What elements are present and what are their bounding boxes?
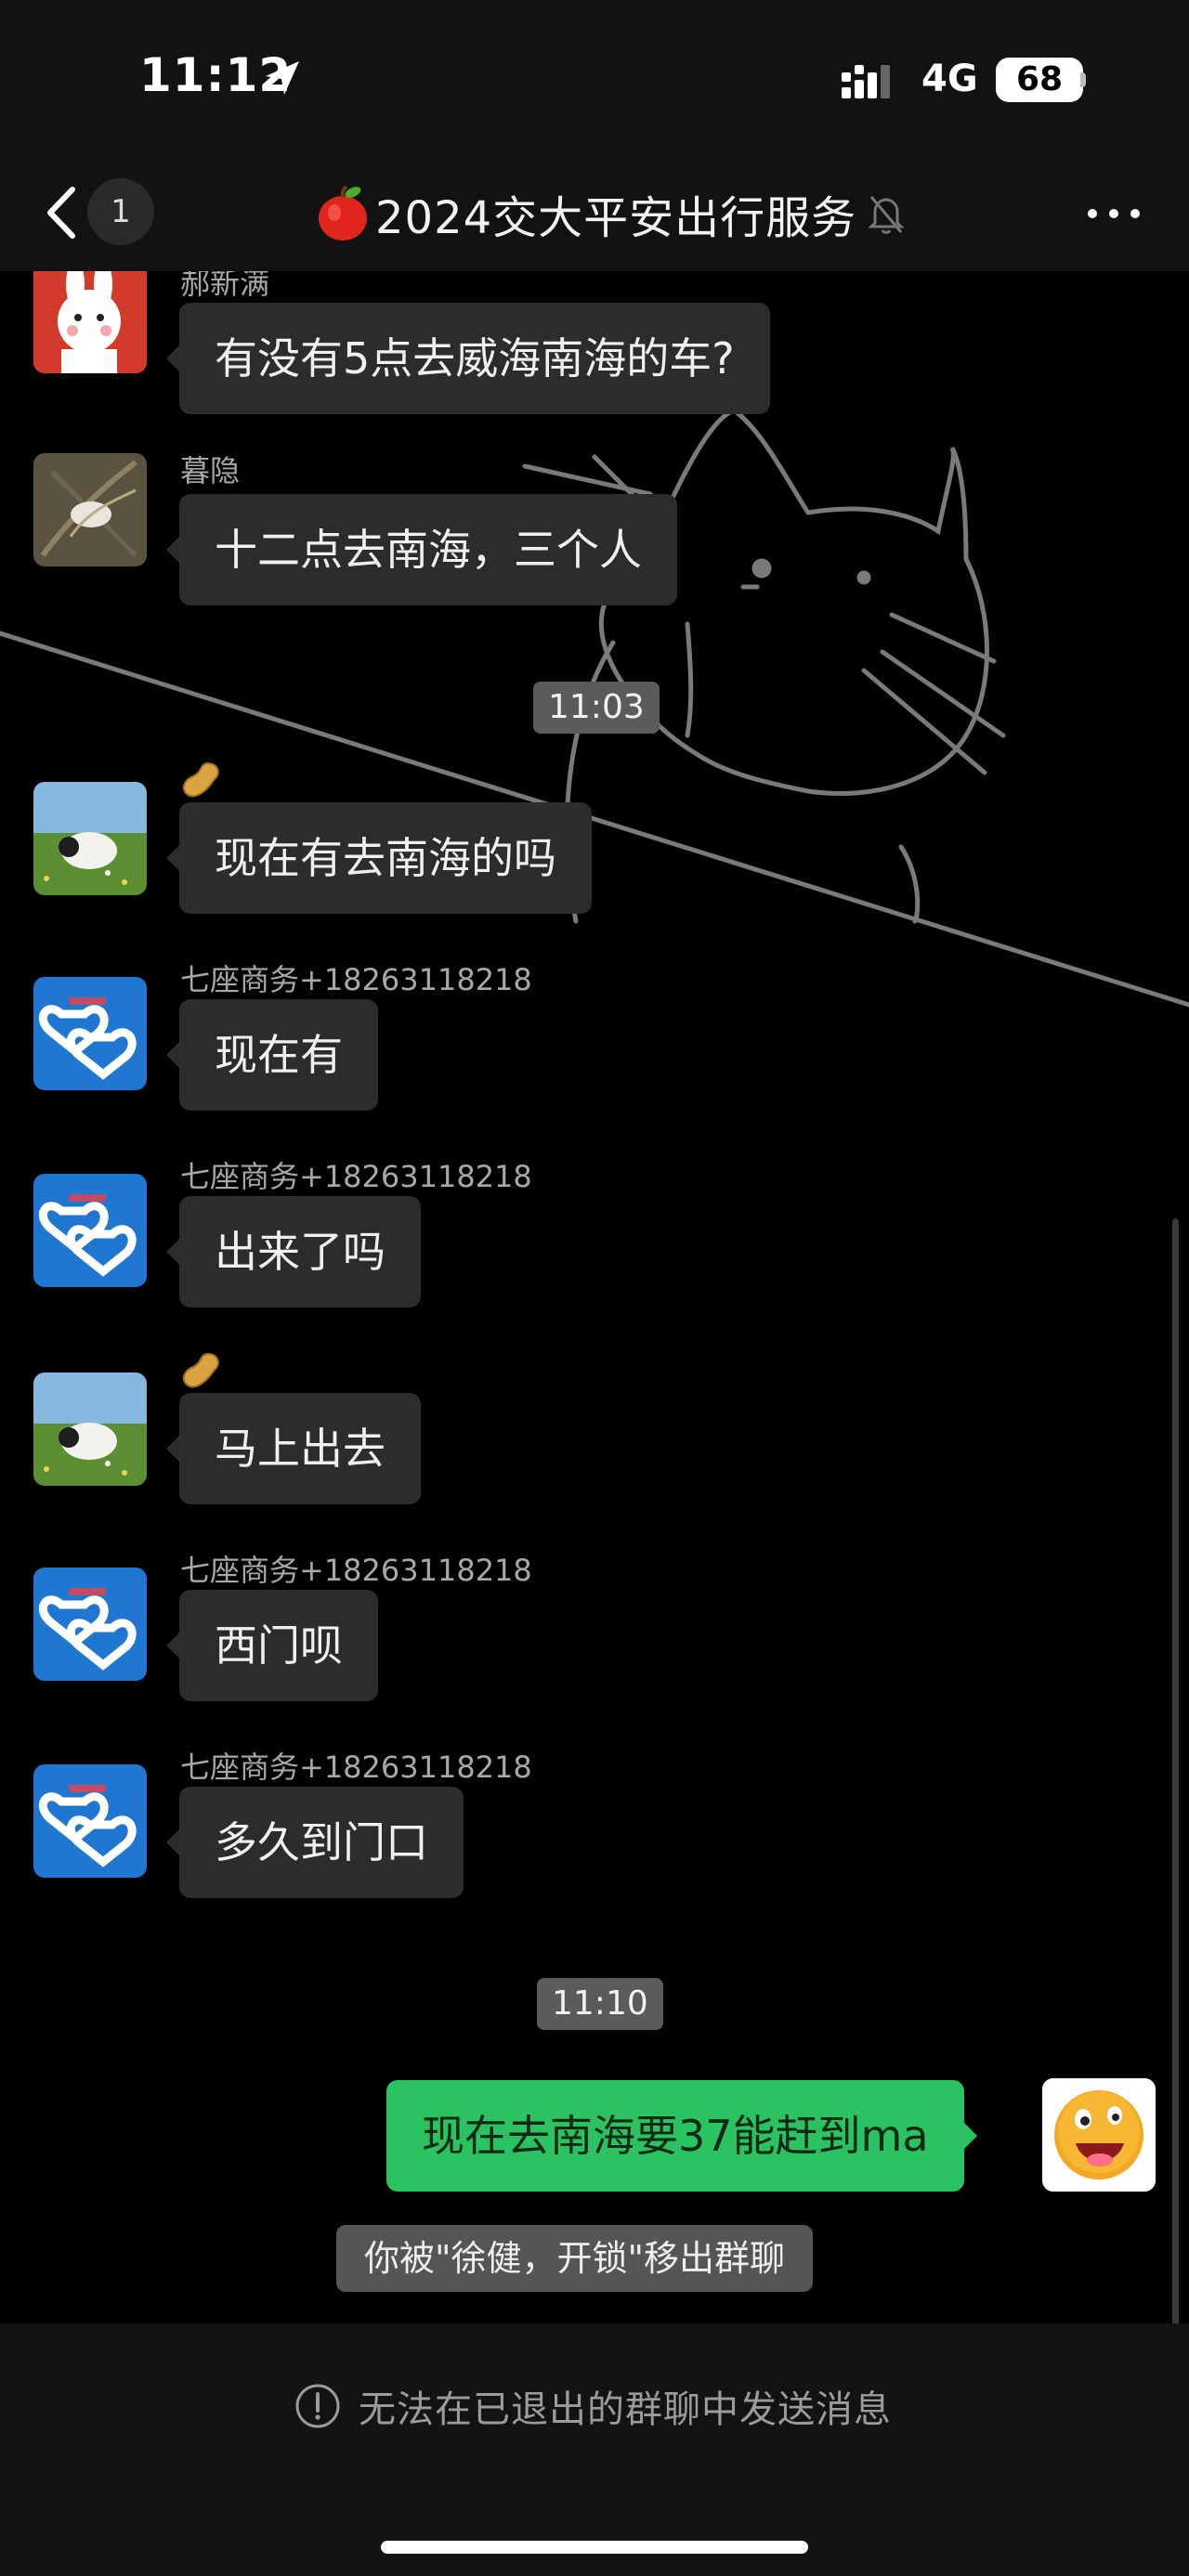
heart-cloud-avatar-icon: [33, 1174, 147, 1287]
avatar-heart-cloud[interactable]: [33, 1568, 147, 1681]
avatar-heart-cloud[interactable]: [33, 977, 147, 1090]
system-notice: 你被"徐健，开锁"移出群聊: [336, 2225, 813, 2292]
avatar-rabbit[interactable]: [33, 271, 147, 373]
sender-name: 七座商务+18263118218: [180, 1553, 532, 1588]
message-bubble[interactable]: 西门呗: [166, 1590, 378, 1701]
timestamp-divider: 11:03: [533, 682, 660, 734]
more-options-icon[interactable]: [1081, 186, 1146, 241]
heart-cloud-avatar-icon: [33, 977, 147, 1090]
message-bubble[interactable]: 现在有: [166, 999, 378, 1111]
avatar-heart-cloud[interactable]: [33, 1764, 147, 1878]
avatar-sheep[interactable]: [33, 1373, 147, 1486]
peanut-icon: [182, 1352, 219, 1388]
battery-tip: [1080, 72, 1086, 87]
location-arrow-icon: [266, 61, 299, 95]
network-type: 4G: [921, 58, 978, 100]
exited-group-notice: 无法在已退出的群聊中发送消息: [294, 2379, 892, 2433]
sheep-avatar-icon: [33, 782, 147, 895]
sender-name: 七座商务+18263118218: [180, 962, 532, 997]
scrollbar[interactable]: [1172, 1218, 1179, 2323]
unread-count-badge[interactable]: 1: [87, 178, 154, 245]
peanut-icon: [182, 761, 219, 798]
chat-title: 2024交大平安出行服务: [316, 180, 905, 247]
status-bar: 11:12 4G 68: [0, 0, 1189, 158]
message-bubble[interactable]: 现在有去南海的吗: [166, 802, 592, 914]
exited-group-text: 无法在已退出的群聊中发送消息: [359, 2388, 892, 2431]
info-circle-icon: [295, 2384, 340, 2428]
my-avatar[interactable]: [1042, 2078, 1156, 2192]
bottom-bar: 无法在已退出的群聊中发送消息: [0, 2323, 1189, 2576]
sheep-avatar-icon: [33, 1373, 147, 1486]
message-bubble[interactable]: 马上出去: [166, 1393, 421, 1504]
chat-title-text: 2024交大平安出行服务: [375, 192, 857, 244]
battery-icon: 68: [996, 58, 1083, 102]
signal-icon: [842, 65, 890, 98]
chat-header: 1 2024交大平安出行服务: [0, 158, 1189, 271]
message-bubble[interactable]: 出来了吗: [166, 1196, 421, 1308]
feather-avatar-icon: [33, 453, 147, 566]
rabbit-avatar-icon: [33, 271, 147, 373]
timestamp-divider: 11:10: [537, 1978, 663, 2030]
my-message-bubble[interactable]: 现在去南海要37能赶到ma: [386, 2080, 977, 2192]
sender-name: 七座商务+18263118218: [180, 1159, 532, 1194]
emoji-face-avatar-icon: [1042, 2078, 1156, 2192]
home-indicator[interactable]: [381, 2541, 808, 2554]
avatar-sheep[interactable]: [33, 782, 147, 895]
sender-name: 七座商务+18263118218: [180, 1750, 532, 1785]
sender-name: 暮隐: [180, 453, 241, 488]
sender-name: 郝新满: [180, 271, 270, 301]
apple-icon: [319, 185, 367, 241]
heart-cloud-avatar-icon: [33, 1568, 147, 1681]
heart-cloud-avatar-icon: [33, 1764, 147, 1878]
message-bubble[interactable]: 十二点去南海，三个人: [166, 494, 677, 605]
avatar-heart-cloud[interactable]: [33, 1174, 147, 1287]
chat-message-list[interactable]: 郝新满 有没有5点去威海南海的车? 暮隐 十二点去南海，三个人 11:03 现在…: [0, 271, 1189, 2323]
message-bubble[interactable]: 有没有5点去威海南海的车?: [166, 303, 770, 414]
mute-bell-icon: [868, 196, 905, 234]
avatar-feather[interactable]: [33, 453, 147, 566]
message-bubble[interactable]: 多久到门口: [166, 1787, 464, 1898]
back-chevron-icon[interactable]: [37, 180, 93, 245]
